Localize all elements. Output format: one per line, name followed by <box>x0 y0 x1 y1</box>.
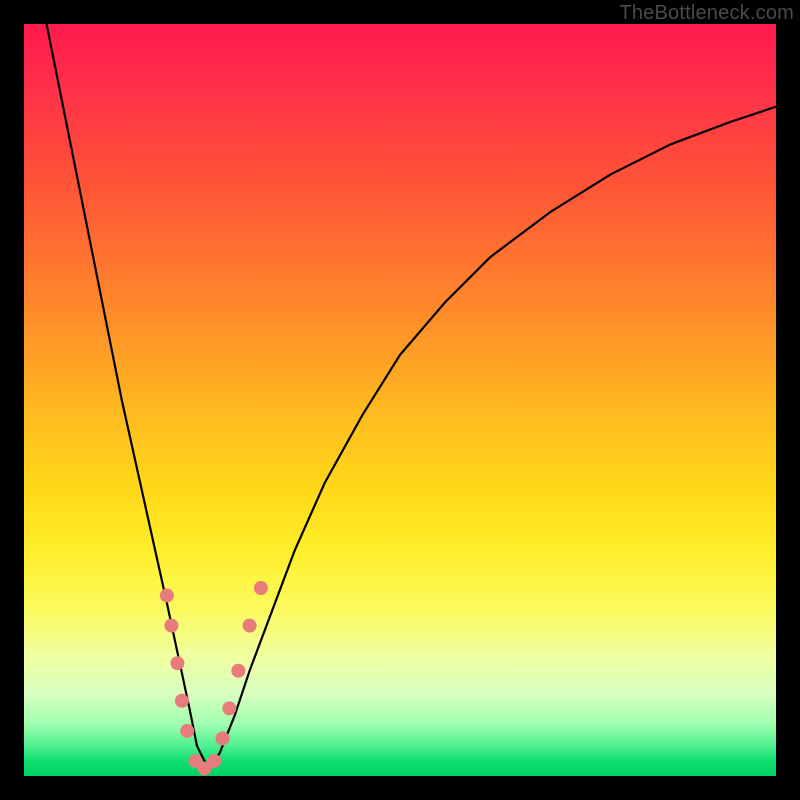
marker-dot <box>216 731 230 745</box>
marker-dot <box>254 581 268 595</box>
marker-dot <box>231 664 245 678</box>
marker-dot <box>207 754 221 768</box>
marker-dot <box>180 724 194 738</box>
marker-dot <box>170 656 184 670</box>
marker-dot <box>160 589 174 603</box>
marker-dot <box>243 619 257 633</box>
watermark-text: TheBottleneck.com <box>619 2 794 25</box>
curve-markers <box>160 581 268 775</box>
marker-dot <box>175 694 189 708</box>
plot-area <box>24 24 776 776</box>
chart-frame: TheBottleneck.com <box>0 0 800 800</box>
curve-layer <box>24 24 776 776</box>
marker-dot <box>222 701 236 715</box>
bottleneck-curve <box>47 24 776 768</box>
marker-dot <box>164 619 178 633</box>
